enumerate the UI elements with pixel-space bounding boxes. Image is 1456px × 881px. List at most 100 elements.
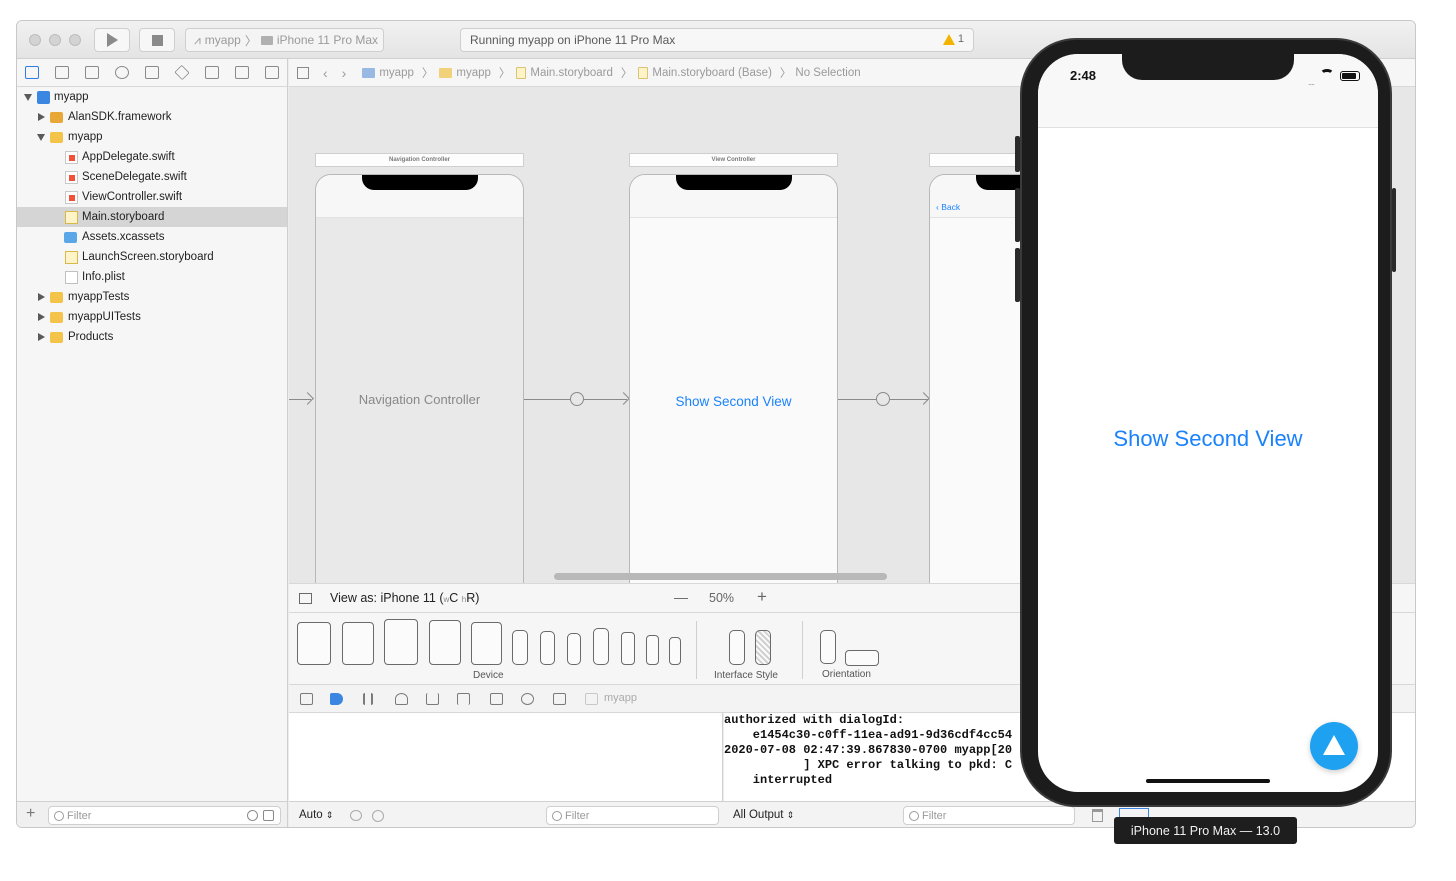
view-as-label[interactable]: View as: iPhone 11 (wC hR) bbox=[330, 591, 479, 605]
disclosure-closed-icon[interactable] bbox=[38, 113, 45, 121]
scene-title[interactable]: View Controller bbox=[629, 153, 838, 167]
segue-relationship-icon[interactable] bbox=[570, 392, 584, 406]
hide-debug-area-icon[interactable] bbox=[300, 693, 313, 705]
ipad-pro-12-device-button[interactable] bbox=[297, 622, 331, 665]
ipad-mini-device-button[interactable] bbox=[471, 622, 502, 665]
breadcrumb-item[interactable]: No Selection bbox=[795, 67, 860, 79]
navigation-controller-scene[interactable]: Navigation Controller bbox=[315, 174, 524, 583]
dark-appearance-button[interactable] bbox=[755, 630, 771, 665]
alan-voice-button[interactable] bbox=[1310, 722, 1358, 770]
console-filter-input[interactable]: Filter bbox=[903, 806, 1075, 825]
back-button[interactable]: ‹ Back bbox=[936, 202, 960, 212]
iphone-8-device-button[interactable] bbox=[621, 632, 635, 665]
portrait-orientation-button[interactable] bbox=[820, 630, 836, 664]
forward-arrow-icon[interactable]: › bbox=[342, 65, 347, 81]
zoom-out-button[interactable]: — bbox=[674, 589, 688, 605]
tree-item-file[interactable]: SceneDelegate.swift bbox=[17, 167, 287, 187]
trash-icon[interactable] bbox=[1092, 809, 1103, 822]
breakpoints-toggle-icon[interactable] bbox=[330, 693, 343, 705]
memory-graph-icon[interactable] bbox=[521, 693, 534, 705]
segue-show-icon[interactable] bbox=[876, 392, 890, 406]
tree-item-file[interactable]: LaunchScreen.storyboard bbox=[17, 247, 287, 267]
breadcrumb-item[interactable]: myapp bbox=[439, 67, 491, 79]
iphone-11-pro-device-button[interactable] bbox=[540, 631, 555, 665]
run-button[interactable] bbox=[94, 28, 130, 52]
variables-filter-input[interactable]: Filter bbox=[546, 806, 719, 825]
volume-down-button[interactable] bbox=[1015, 248, 1020, 302]
warning-indicator[interactable]: 1 bbox=[942, 33, 964, 45]
related-items-icon[interactable] bbox=[297, 66, 309, 79]
ipad-device-button[interactable] bbox=[429, 620, 461, 665]
tree-item-file-selected[interactable]: Main.storyboard bbox=[17, 207, 287, 227]
scheme-selector[interactable]: ⩘ myapp 〉 iPhone 11 Pro Max bbox=[185, 28, 384, 52]
ipad-air-device-button[interactable] bbox=[384, 619, 418, 665]
view-controller-scene[interactable]: Show Second View bbox=[629, 174, 838, 583]
step-over-icon[interactable] bbox=[395, 693, 408, 705]
light-appearance-button[interactable] bbox=[729, 630, 745, 665]
landscape-orientation-button[interactable] bbox=[845, 650, 879, 666]
minimize-window-button[interactable] bbox=[49, 34, 61, 46]
step-into-icon[interactable] bbox=[426, 693, 439, 705]
iphone-8-plus-device-button[interactable] bbox=[593, 628, 609, 665]
disclosure-open-icon[interactable] bbox=[24, 94, 32, 101]
environment-overrides-icon[interactable] bbox=[553, 693, 566, 705]
recent-files-icon[interactable] bbox=[247, 810, 258, 821]
simulator-screen[interactable]: 2:48 .... Show Second View bbox=[1038, 54, 1378, 792]
output-type-popup[interactable]: All Output ⇕ bbox=[733, 809, 794, 821]
breadcrumb-item[interactable]: myapp bbox=[362, 67, 414, 79]
iphone-se-device-button[interactable] bbox=[646, 635, 659, 665]
tree-item-file[interactable]: AppDelegate.swift bbox=[17, 147, 287, 167]
horizontal-scrollbar[interactable] bbox=[554, 573, 887, 580]
stop-button[interactable] bbox=[139, 28, 175, 52]
simulate-location-icon[interactable] bbox=[585, 693, 598, 705]
disclosure-closed-icon[interactable] bbox=[38, 333, 45, 341]
disclosure-closed-icon[interactable] bbox=[38, 293, 45, 301]
info-icon[interactable] bbox=[372, 810, 384, 822]
eye-icon[interactable] bbox=[350, 810, 362, 821]
iphone-11-pro-max-device-button[interactable] bbox=[512, 630, 528, 665]
test-icon[interactable] bbox=[174, 64, 190, 81]
tree-item-file[interactable]: Assets.xcassets bbox=[17, 227, 287, 247]
zoom-window-button[interactable] bbox=[69, 34, 81, 46]
show-second-view-button[interactable]: Show Second View bbox=[1038, 426, 1378, 452]
variables-view[interactable] bbox=[289, 713, 723, 801]
breadcrumb-item[interactable]: Main.storyboard (Base) bbox=[638, 66, 772, 79]
power-button[interactable] bbox=[1392, 188, 1396, 272]
disclosure-closed-icon[interactable] bbox=[38, 313, 45, 321]
debug-icon[interactable] bbox=[205, 66, 219, 79]
source-control-filter-icon[interactable] bbox=[263, 810, 274, 821]
step-out-icon[interactable] bbox=[457, 693, 470, 705]
warning-icon[interactable] bbox=[145, 66, 159, 79]
report-icon[interactable] bbox=[265, 66, 279, 79]
tree-item-folder[interactable]: myapp bbox=[17, 127, 287, 147]
tree-item-folder[interactable]: myappTests bbox=[17, 287, 287, 307]
view-hierarchy-icon[interactable] bbox=[490, 693, 503, 705]
pause-icon[interactable] bbox=[363, 693, 373, 705]
breakpoint-icon[interactable] bbox=[235, 66, 249, 79]
auto-variables-popup[interactable]: Auto ⇕ bbox=[299, 809, 333, 821]
show-second-view-button[interactable]: Show Second View bbox=[630, 394, 837, 409]
home-indicator[interactable] bbox=[1146, 779, 1270, 783]
search-icon[interactable] bbox=[115, 66, 129, 79]
disclosure-open-icon[interactable] bbox=[37, 134, 45, 141]
scene-title[interactable]: Navigation Controller bbox=[315, 153, 524, 167]
tree-item-file[interactable]: ViewController.swift bbox=[17, 187, 287, 207]
tree-item-project[interactable]: myapp bbox=[17, 87, 287, 107]
zoom-in-button[interactable]: + bbox=[757, 587, 767, 607]
ipad-pro-11-device-button[interactable] bbox=[342, 622, 374, 665]
toggle-document-outline-icon[interactable] bbox=[299, 593, 312, 604]
tree-item-framework[interactable]: AlanSDK.framework bbox=[17, 107, 287, 127]
iphone-4s-device-button[interactable] bbox=[669, 637, 681, 665]
tree-item-file[interactable]: Info.plist bbox=[17, 267, 287, 287]
symbol-icon[interactable] bbox=[85, 66, 99, 79]
close-window-button[interactable] bbox=[29, 34, 41, 46]
folder-icon[interactable] bbox=[25, 66, 39, 79]
back-arrow-icon[interactable]: ‹ bbox=[323, 65, 328, 81]
volume-up-button[interactable] bbox=[1015, 188, 1020, 242]
source-control-icon[interactable] bbox=[55, 66, 69, 79]
add-icon[interactable]: + bbox=[26, 805, 35, 823]
breadcrumb-item[interactable]: Main.storyboard bbox=[516, 66, 613, 79]
tree-item-folder[interactable]: Products bbox=[17, 327, 287, 347]
tree-item-folder[interactable]: myappUITests bbox=[17, 307, 287, 327]
iphone-11-device-button[interactable] bbox=[567, 633, 581, 665]
